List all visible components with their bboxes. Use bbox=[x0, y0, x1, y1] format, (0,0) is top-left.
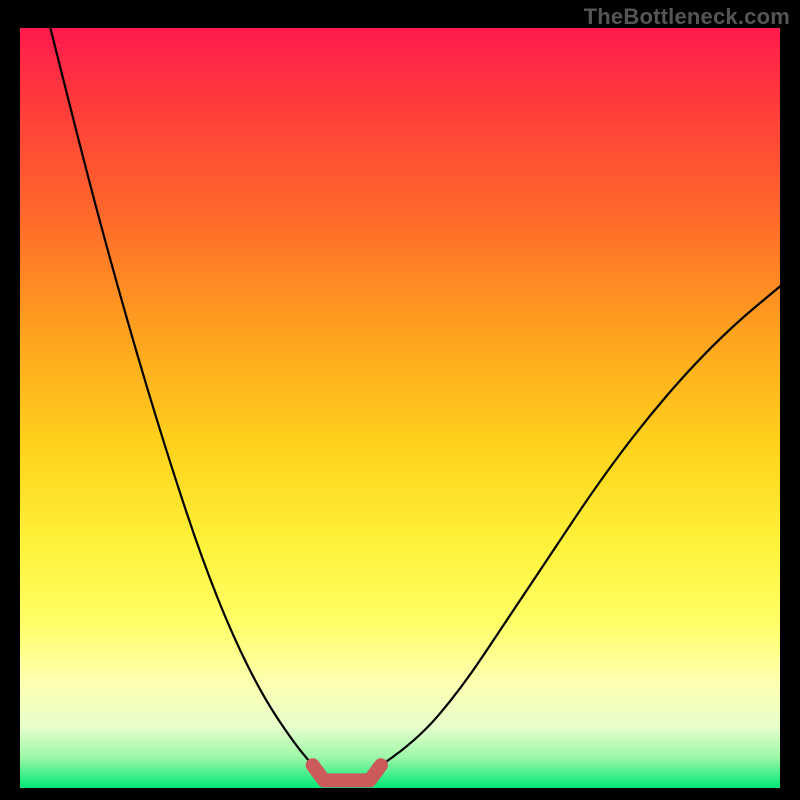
chart-plot-area bbox=[20, 28, 780, 788]
right-curve-line bbox=[381, 286, 780, 765]
watermark-text: TheBottleneck.com bbox=[584, 4, 790, 30]
left-curve-line bbox=[50, 28, 312, 765]
optimal-zone-highlight bbox=[313, 765, 381, 780]
chart-svg bbox=[20, 28, 780, 788]
